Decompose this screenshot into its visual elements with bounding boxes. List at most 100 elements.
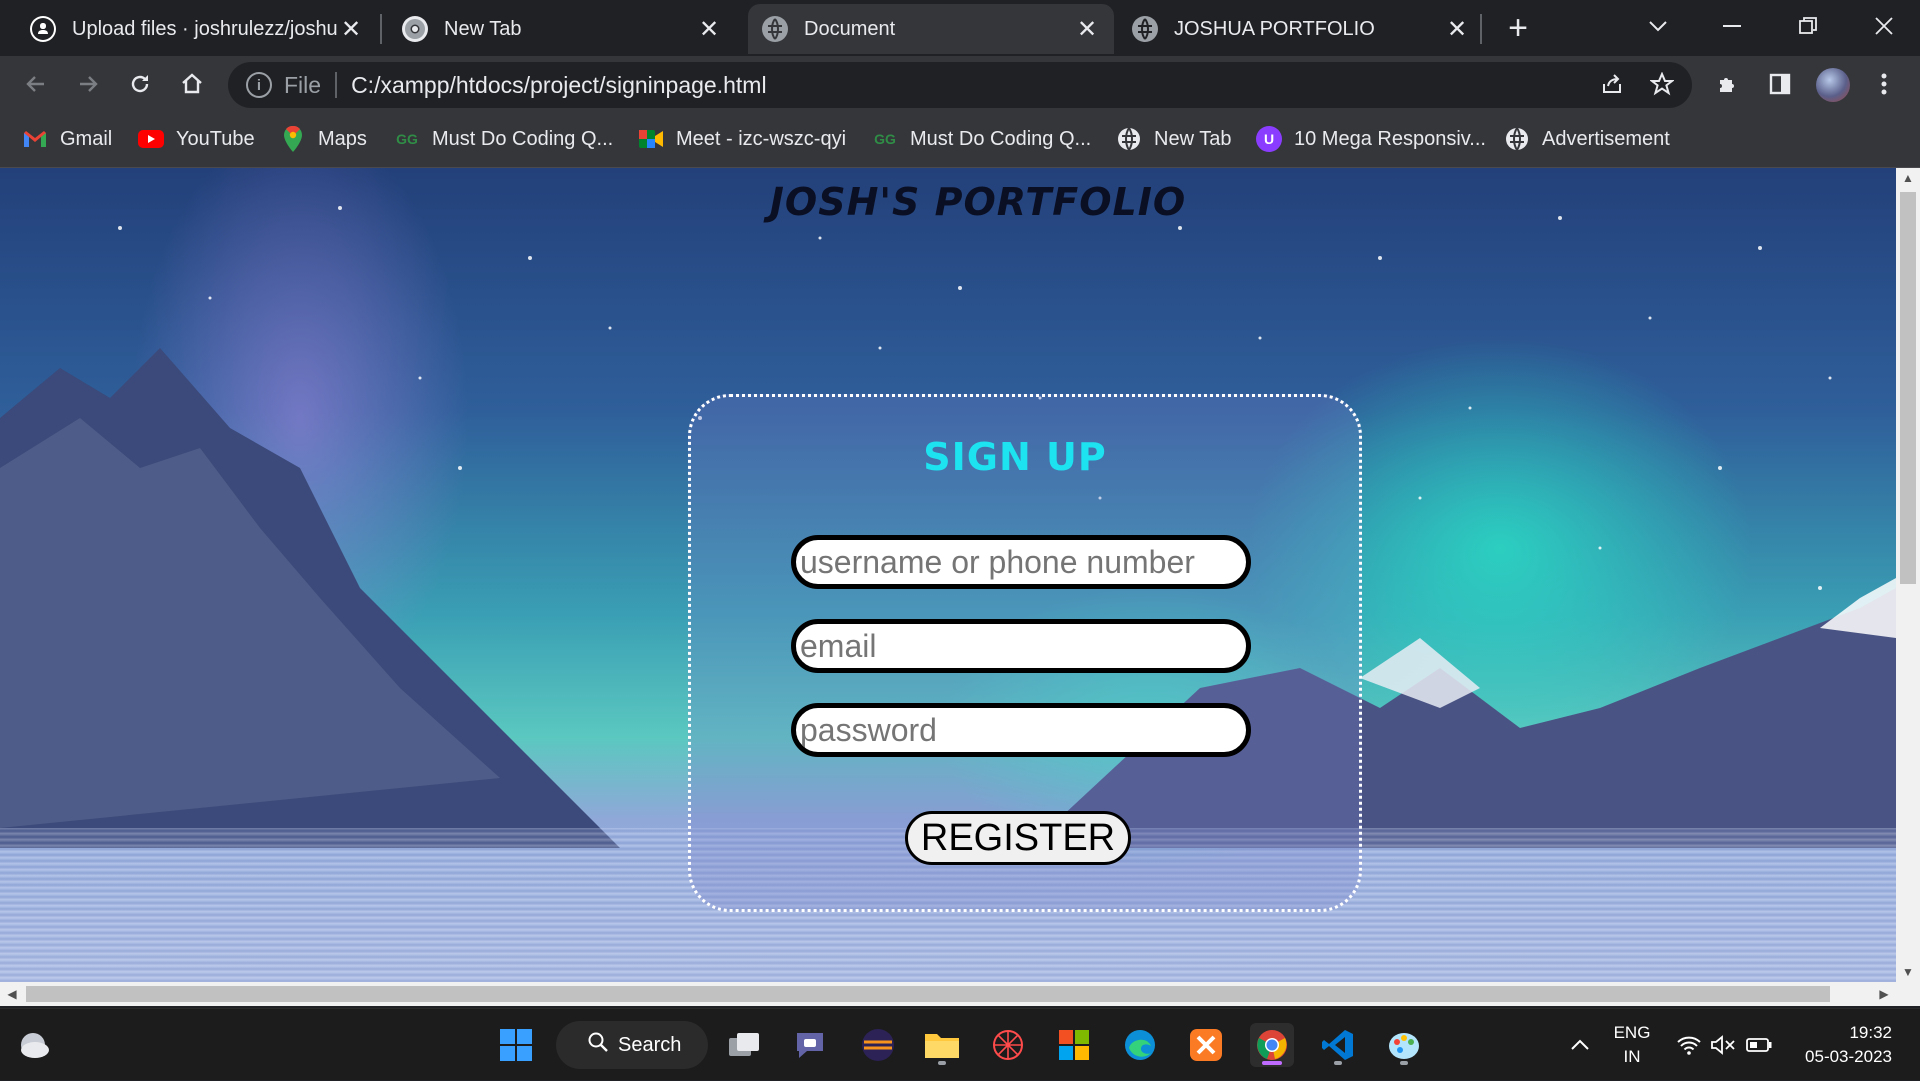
xampp-icon[interactable] xyxy=(1184,1023,1228,1067)
bookmark-label: 10 Mega Responsiv... xyxy=(1294,127,1486,150)
running-indicator xyxy=(1400,1061,1408,1065)
gfg-icon: GG xyxy=(874,131,896,147)
back-arrow-icon[interactable] xyxy=(16,64,56,104)
wifi-icon[interactable] xyxy=(1674,1009,1704,1081)
battery-icon[interactable] xyxy=(1744,1009,1774,1081)
tab-upload-files[interactable]: Upload files · joshrulezz/joshua ✕ xyxy=(16,4,378,54)
scroll-up-arrow-icon[interactable]: ▲ xyxy=(1896,168,1920,188)
profile-avatar[interactable] xyxy=(1816,68,1850,102)
close-icon[interactable]: ✕ xyxy=(696,16,722,43)
bookmark-label: Must Do Coding Q... xyxy=(910,127,1092,150)
paint-icon[interactable] xyxy=(1382,1023,1426,1067)
register-button[interactable]: REGISTER xyxy=(905,811,1131,865)
home-icon[interactable] xyxy=(172,64,212,104)
minimize-icon[interactable] xyxy=(1710,6,1754,46)
url-divider xyxy=(335,72,338,98)
globe-icon xyxy=(1132,16,1158,42)
windows-start-icon[interactable] xyxy=(494,1023,538,1067)
close-icon[interactable]: ✕ xyxy=(1074,16,1100,43)
close-icon[interactable]: ✕ xyxy=(1444,16,1470,43)
tab-title: New Tab xyxy=(444,17,522,40)
share-icon[interactable] xyxy=(1592,64,1632,104)
bookmark-label: Meet - izc-wszc-qyi xyxy=(676,127,847,150)
restore-icon[interactable] xyxy=(1786,6,1830,46)
active-indicator xyxy=(1262,1061,1282,1065)
bookmark-must-do-coding-1[interactable]: GG Must Do Coding Q... xyxy=(394,122,613,156)
vscode-icon[interactable] xyxy=(1316,1023,1360,1067)
speaker-muted-icon[interactable] xyxy=(1708,1009,1738,1081)
browser-toolbar: i File C:/xampp/htdocs/project/signinpag… xyxy=(0,56,1920,112)
reload-icon[interactable] xyxy=(120,64,160,104)
tab-title: Upload files · joshrulezz/joshua xyxy=(72,17,338,40)
bookmark-mega-responsive[interactable]: U 10 Mega Responsiv... xyxy=(1256,122,1486,156)
scroll-down-arrow-icon[interactable]: ▼ xyxy=(1896,962,1920,982)
bookmark-new-tab[interactable]: New Tab xyxy=(1116,122,1231,156)
horizontal-scroll-thumb[interactable] xyxy=(26,986,1830,1002)
bookmark-youtube[interactable]: YouTube xyxy=(138,122,255,156)
bookmark-meet[interactable]: Meet - izc-wszc-qyi xyxy=(638,122,846,156)
forward-arrow-icon[interactable] xyxy=(68,64,108,104)
username-input[interactable] xyxy=(791,535,1251,589)
bookmark-gmail[interactable]: Gmail xyxy=(22,122,112,156)
globe-icon xyxy=(1504,126,1530,152)
chrome-icon xyxy=(402,16,428,42)
tab-joshua-portfolio[interactable]: JOSHUA PORTFOLIO ✕ xyxy=(1118,4,1484,54)
network-app-icon[interactable] xyxy=(986,1023,1030,1067)
password-input[interactable] xyxy=(791,703,1251,757)
signup-form: SIGN UP REGISTER xyxy=(688,394,1362,912)
site-info-icon[interactable]: i xyxy=(246,72,272,98)
file-explorer-icon[interactable] xyxy=(920,1023,964,1067)
globe-icon xyxy=(762,16,788,42)
window-close-icon[interactable] xyxy=(1862,6,1906,46)
task-view-icon[interactable] xyxy=(722,1023,766,1067)
side-panel-icon[interactable] xyxy=(1760,64,1800,104)
url-scheme: File xyxy=(284,71,322,98)
new-tab-plus-icon[interactable]: + xyxy=(1500,9,1536,47)
bookmark-star-icon[interactable] xyxy=(1642,64,1682,104)
tab-new-tab[interactable]: New Tab ✕ xyxy=(388,4,736,54)
tab-document[interactable]: Document ✕ xyxy=(748,4,1114,54)
email-input[interactable] xyxy=(791,619,1251,673)
bookmark-advertisement[interactable]: Advertisement xyxy=(1504,122,1670,156)
taskbar-search[interactable]: Search xyxy=(556,1021,708,1069)
tab-strip: Upload files · joshrulezz/joshua ✕ New T… xyxy=(0,0,1920,56)
running-indicator xyxy=(938,1061,946,1065)
weather-icon[interactable] xyxy=(12,1023,56,1067)
tab-title: Document xyxy=(804,17,896,40)
address-bar[interactable]: i File C:/xampp/htdocs/project/signinpag… xyxy=(228,62,1692,108)
gmail-icon xyxy=(22,126,48,152)
purple-app-icon: U xyxy=(1256,126,1282,152)
signup-heading: SIGN UP xyxy=(923,435,1107,479)
system-clock[interactable]: 19:32 05-03-2023 xyxy=(1786,1009,1892,1081)
bookmark-label: Must Do Coding Q... xyxy=(432,127,614,150)
clock-time: 19:32 xyxy=(1849,1023,1892,1042)
extensions-puzzle-icon[interactable] xyxy=(1708,64,1748,104)
edge-browser-icon[interactable] xyxy=(1118,1023,1162,1067)
menu-kebab-icon[interactable] xyxy=(1864,64,1904,104)
bookmark-label: Advertisement xyxy=(1542,127,1670,150)
vertical-scrollbar[interactable]: ▲ ▼ xyxy=(1896,168,1920,982)
show-hidden-icons-chevron-icon[interactable] xyxy=(1564,1009,1596,1081)
tab-search-chevron-icon[interactable] xyxy=(1636,6,1680,46)
scroll-left-arrow-icon[interactable]: ◀ xyxy=(2,982,22,1006)
maps-icon xyxy=(280,126,306,152)
bookmark-label: Gmail xyxy=(60,127,113,150)
bookmark-must-do-coding-2[interactable]: GG Must Do Coding Q... xyxy=(872,122,1091,156)
globe-icon xyxy=(1116,126,1142,152)
tab-separator xyxy=(1480,14,1482,44)
language-indicator[interactable]: ENG IN xyxy=(1602,1009,1662,1081)
teams-chat-icon[interactable] xyxy=(788,1023,832,1067)
microsoft-store-icon[interactable] xyxy=(1052,1023,1096,1067)
horizontal-scrollbar[interactable]: ◀ ▶ xyxy=(0,982,1920,1006)
youtube-icon xyxy=(138,126,164,152)
bookmark-maps[interactable]: Maps xyxy=(280,122,367,156)
vertical-scroll-thumb[interactable] xyxy=(1900,192,1916,584)
url-text[interactable]: C:/xampp/htdocs/project/signinpage.html xyxy=(351,72,767,99)
eclipse-ide-icon[interactable] xyxy=(856,1023,900,1067)
chrome-browser-icon[interactable] xyxy=(1250,1023,1294,1067)
close-icon[interactable]: ✕ xyxy=(338,16,364,43)
scroll-right-arrow-icon[interactable]: ▶ xyxy=(1874,982,1894,1006)
search-icon xyxy=(588,1032,608,1058)
page-title: JOSH'S PORTFOLIO xyxy=(769,180,1187,224)
bookmarks-bar: Gmail YouTube Maps GG Must Do Coding Q..… xyxy=(0,112,1920,168)
